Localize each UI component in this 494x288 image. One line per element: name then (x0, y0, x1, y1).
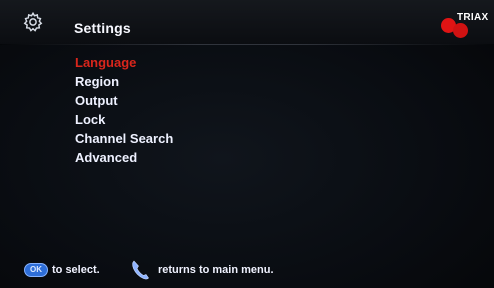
phone-icon (132, 260, 149, 280)
menu-item-lock[interactable]: Lock (75, 110, 173, 129)
settings-screen: Settings TRIAX Language Region Output Lo… (0, 0, 494, 288)
menu-item-channel-search[interactable]: Channel Search (75, 129, 173, 148)
gear-icon (23, 11, 43, 32)
brand-logo: TRIAX (440, 10, 490, 40)
menu-item-language[interactable]: Language (75, 53, 173, 72)
menu-item-advanced[interactable]: Advanced (75, 148, 173, 167)
page-title: Settings (74, 20, 131, 36)
brand-name: TRIAX (457, 12, 489, 23)
menu-item-output[interactable]: Output (75, 91, 173, 110)
select-hint-text: to select. (52, 264, 100, 276)
ok-button-icon: OK (24, 263, 48, 277)
logo-dot (453, 23, 468, 38)
menu-item-region[interactable]: Region (75, 72, 173, 91)
footer-hints: OK to select. returns to main menu. (0, 258, 494, 288)
header-divider (0, 44, 494, 45)
return-hint-text: returns to main menu. (158, 264, 274, 276)
settings-menu: Language Region Output Lock Channel Sear… (75, 53, 173, 167)
header-bar: Settings TRIAX (0, 0, 494, 44)
